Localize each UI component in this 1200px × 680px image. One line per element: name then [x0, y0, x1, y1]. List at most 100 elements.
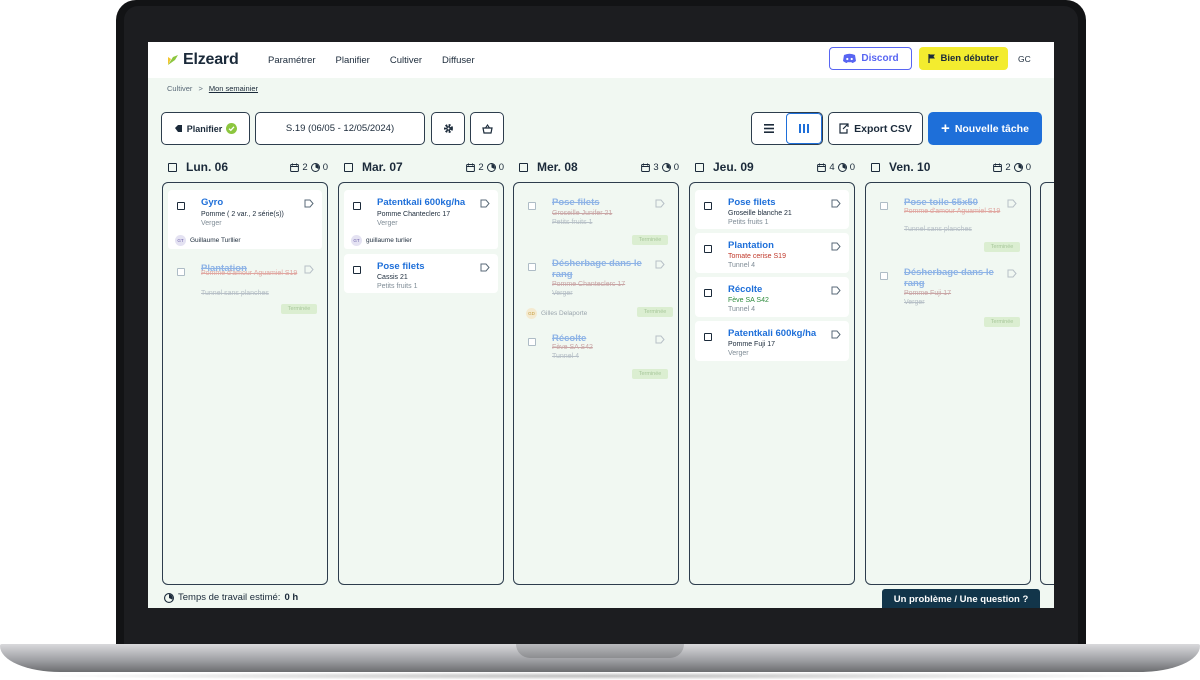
day-checkbox[interactable]	[344, 162, 353, 172]
day-task-count: 2	[478, 161, 484, 173]
task-crop: Cassis 21	[377, 274, 408, 281]
timer-icon	[486, 162, 496, 172]
day-counts: 2 0	[290, 162, 328, 173]
task-assignee[interactable]: GT guillaume turlier	[344, 231, 498, 249]
task-crop: Pomme Fuji 17	[904, 290, 952, 297]
task-title: Patentkali 600kg/ha	[377, 197, 466, 208]
menu-item-parametrer[interactable]: Paramétrer	[268, 55, 316, 66]
task-checkbox[interactable]	[353, 202, 361, 210]
tag-outline-icon	[831, 286, 841, 295]
task-card-done[interactable]: Récolte Fève SA S42 Tunnel 4 Terminée	[519, 326, 673, 384]
timer-icon	[164, 592, 174, 603]
basket-icon	[481, 123, 493, 134]
day-column-next	[1040, 182, 1054, 585]
breadcrumb-parent[interactable]: Cultiver	[167, 84, 192, 93]
task-checkbox[interactable]	[177, 202, 185, 210]
tag-outline-icon	[655, 260, 665, 269]
tag-outline-icon	[831, 242, 841, 251]
leaf-logo-icon	[168, 55, 178, 65]
task-card[interactable]: Pose filets Groseille blanche 21 Petits …	[695, 190, 849, 229]
task-crop: Groseille blanche 21	[728, 210, 792, 217]
day-name: Jeu. 09	[713, 160, 754, 174]
task-card-done[interactable]: Pose filets Groseille Junifer 21 Petits …	[519, 190, 673, 248]
task-card[interactable]: Patentkali 600kg/ha Pomme Fuji 17 Verger	[695, 321, 849, 361]
logo[interactable]: Elzeard	[166, 51, 239, 69]
task-location: Verger	[552, 290, 573, 297]
task-location: Verger	[904, 299, 925, 306]
day-counts: 2 0	[466, 162, 504, 173]
menu-item-diffuser[interactable]: Diffuser	[442, 55, 475, 66]
day-counts: 3 0	[641, 162, 679, 173]
task-checkbox[interactable]	[353, 266, 361, 274]
discord-button[interactable]: Discord	[829, 47, 912, 70]
task-card-done[interactable]: Désherbage dans le rang Pomme Chantecler…	[519, 251, 673, 299]
assignee-name: Guillaume Turllier	[190, 236, 241, 244]
task-card[interactable]: Plantation Tomate cerise S19 Tunnel 4	[695, 233, 849, 273]
plan-button[interactable]: Planifier	[161, 112, 250, 145]
day-task-count: 3	[653, 161, 659, 173]
assignee-name: Gilles Delaporte	[541, 309, 588, 317]
task-checkbox[interactable]	[704, 333, 712, 341]
export-icon	[839, 123, 849, 134]
day-task-count: 2	[1005, 161, 1011, 173]
assignee-avatar: GD	[526, 307, 537, 319]
task-checkbox[interactable]	[704, 289, 712, 297]
task-card-done[interactable]: Désherbage dans le rang Pomme Fuji 17 Ve…	[871, 260, 1025, 330]
task-title: Récolte	[728, 284, 763, 295]
task-checkbox[interactable]	[528, 202, 536, 210]
day-header: Mer. 08 3 0	[513, 160, 679, 174]
assignee-avatar: GT	[351, 234, 362, 246]
tag-outline-icon	[655, 199, 665, 208]
new-task-button[interactable]: + Nouvelle tâche	[928, 112, 1042, 145]
export-csv-button[interactable]: Export CSV	[828, 112, 923, 145]
day-checkbox[interactable]	[519, 162, 528, 172]
task-location: Verger	[728, 350, 749, 357]
task-assignee[interactable]: GT Guillaume Turllier	[168, 231, 322, 249]
task-card[interactable]: Récolte Fève SA S42 Tunnel 4	[695, 277, 849, 317]
laptop-shadow	[30, 672, 1170, 680]
check-circle-icon	[226, 123, 238, 134]
breadcrumb: Cultiver > Mon semainier	[167, 84, 258, 93]
discord-label: Discord	[861, 53, 899, 64]
user-avatar[interactable]: GC	[1018, 54, 1031, 64]
task-checkbox[interactable]	[704, 202, 712, 210]
task-card[interactable]: Pose filets Cassis 21 Petits fruits 1	[344, 254, 498, 293]
task-card-done[interactable]: Pose toile 65x50 Pomme d'amour Aguamiel …	[871, 190, 1025, 256]
discord-icon	[843, 53, 857, 63]
task-checkbox[interactable]	[177, 268, 185, 276]
week-selector[interactable]: S.19 (06/05 - 12/05/2024)	[255, 112, 425, 145]
timer-icon	[310, 162, 320, 172]
list-view-button[interactable]	[752, 113, 786, 144]
start-button[interactable]: Bien débuter	[919, 47, 1008, 70]
plus-icon: +	[941, 119, 950, 137]
menu-item-cultiver[interactable]: Cultiver	[390, 55, 422, 66]
day-checkbox[interactable]	[168, 162, 177, 172]
task-checkbox[interactable]	[704, 245, 712, 253]
tag-outline-icon	[304, 265, 314, 274]
task-crop: Pomme Fuji 17	[728, 341, 776, 348]
gear-icon	[443, 124, 453, 133]
work-estimate: Temps de travail estimé: 0 h	[164, 592, 298, 603]
day-checkbox[interactable]	[871, 162, 880, 172]
column-view-button[interactable]	[786, 113, 822, 144]
task-title: Pose filets	[377, 261, 425, 272]
day-time-count: 0	[498, 161, 504, 173]
status-badge: Terminée	[637, 307, 673, 317]
task-checkbox[interactable]	[528, 263, 536, 271]
help-button[interactable]: Un problème / Une question ?	[882, 589, 1040, 608]
basket-button[interactable]	[470, 112, 504, 145]
day-column-thu: Pose filets Groseille blanche 21 Petits …	[689, 182, 855, 585]
task-location: Tunnel sans planches	[201, 290, 269, 297]
task-checkbox[interactable]	[528, 338, 536, 346]
task-card-done[interactable]: Plantation Pomme d'amour Aguamiel S19 Tu…	[168, 256, 322, 316]
task-checkbox[interactable]	[880, 272, 888, 280]
menu-item-planifier[interactable]: Planifier	[336, 55, 370, 66]
day-checkbox[interactable]	[695, 162, 704, 172]
task-crop: Pomme Chanteclerc 17	[552, 281, 626, 288]
task-checkbox[interactable]	[880, 202, 888, 210]
day-counts: 4 0	[817, 162, 855, 173]
plan-label: Planifier	[186, 123, 223, 134]
breadcrumb-current[interactable]: Mon semainier	[209, 84, 258, 93]
new-task-label: Nouvelle tâche	[954, 122, 1029, 135]
settings-button[interactable]	[431, 112, 465, 145]
